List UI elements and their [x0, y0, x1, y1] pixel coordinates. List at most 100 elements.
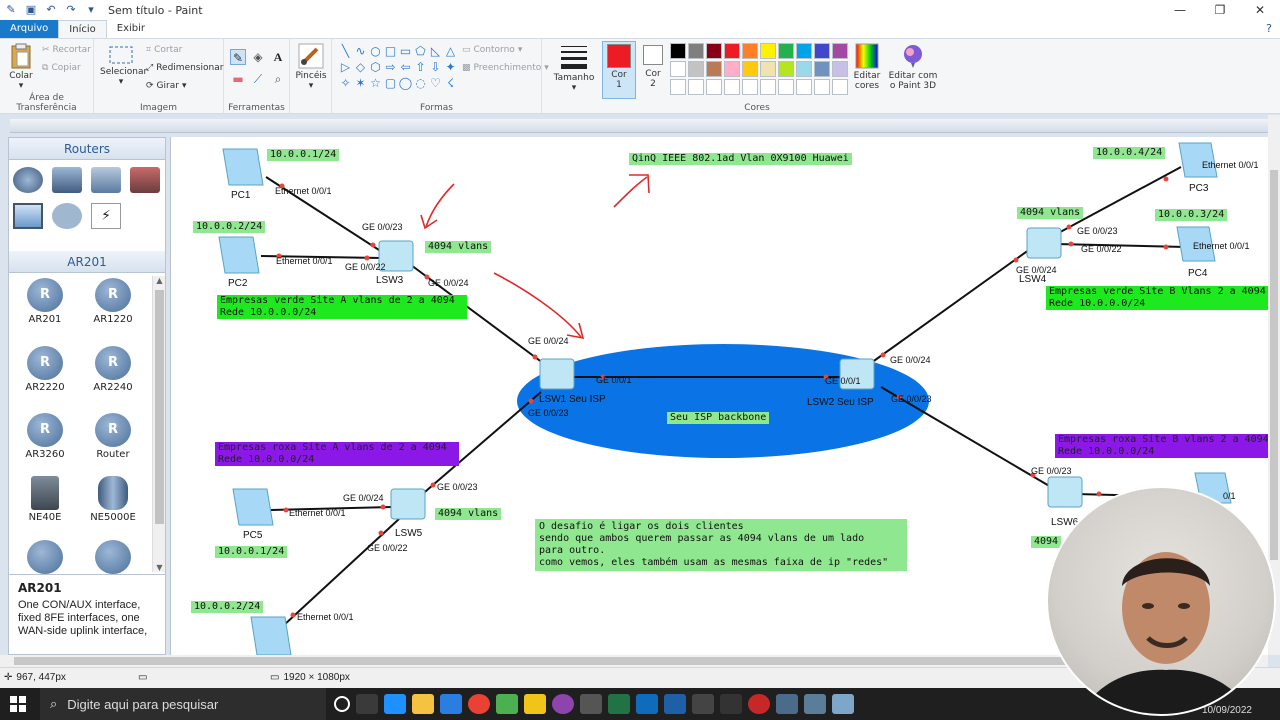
color-swatch[interactable] [724, 43, 740, 59]
device-ar3260[interactable]: R AR3260 [13, 413, 77, 460]
mail-icon[interactable] [440, 694, 462, 714]
eraser-icon[interactable]: ▬ [230, 71, 246, 87]
device-router[interactable]: R Router [81, 413, 145, 460]
device-ar2220[interactable]: R AR2220 [13, 346, 77, 393]
color-swatch[interactable] [742, 79, 758, 95]
color-swatch[interactable] [814, 61, 830, 77]
color-swatch[interactable] [688, 43, 704, 59]
color-swatch[interactable] [796, 43, 812, 59]
color-swatch[interactable] [724, 61, 740, 77]
maximize-button[interactable]: ❐ [1200, 0, 1240, 20]
color-swatch[interactable] [670, 79, 686, 95]
crop-button[interactable]: ⌗ Cortar [146, 45, 182, 55]
device-partial-1[interactable] [13, 540, 77, 576]
redo-icon[interactable]: ↷ [64, 3, 78, 17]
color-swatch[interactable] [760, 79, 776, 95]
task-view-icon[interactable] [356, 694, 378, 714]
app-icon[interactable] [496, 694, 518, 714]
app-icon[interactable] [664, 694, 686, 714]
color-swatch[interactable] [796, 61, 812, 77]
taskbar-search[interactable]: ⌕ Digite aqui para pesquisar [40, 688, 326, 720]
cloud-icon[interactable] [52, 203, 82, 229]
edit-colors-button[interactable]: Editar cores [850, 43, 884, 91]
device-partial-2[interactable] [81, 540, 145, 576]
color2-button[interactable]: Cor 2 [638, 41, 668, 89]
scroll-down-icon[interactable]: ▼ [153, 563, 165, 572]
app-icon[interactable] [720, 694, 742, 714]
cortana-icon[interactable] [334, 696, 350, 712]
color-swatch[interactable] [778, 79, 794, 95]
customize-toolbar-icon[interactable]: ▾ [84, 3, 98, 17]
app-icon[interactable] [580, 694, 602, 714]
minimize-button[interactable]: — [1160, 0, 1200, 20]
color-swatch[interactable] [688, 79, 704, 95]
device-list-scrollbar[interactable]: ▲ ▼ [152, 276, 165, 572]
color-swatch[interactable] [778, 61, 794, 77]
app-icon[interactable] [552, 694, 574, 714]
edge-icon[interactable] [384, 694, 406, 714]
color-swatch[interactable] [778, 43, 794, 59]
switch-icon[interactable] [52, 167, 82, 193]
color-swatch[interactable] [688, 61, 704, 77]
brushes-button[interactable]: Pincéis ▾ [294, 43, 328, 91]
paint-taskbar-icon[interactable] [832, 694, 854, 714]
fill-bucket-icon[interactable]: ◈ [250, 49, 266, 65]
app-icon[interactable] [692, 694, 714, 714]
routers-header[interactable]: Routers [9, 138, 165, 160]
color-swatch[interactable] [814, 79, 830, 95]
color-swatch[interactable] [724, 79, 740, 95]
shapes-gallery[interactable]: ╲ ∿ ○ □ ▭ ⬠ ◺ △ ▷ ◇ ⬡ ⇨ ⇦ ⇧ ⇩ ✦ ✧ ✶ ☆ ▢ ◯ ◌ ♡ ☇ [338, 43, 458, 93]
color1-button[interactable]: Cor 1 [602, 41, 636, 99]
close-button[interactable]: ✕ [1240, 0, 1280, 20]
resize-button[interactable]: ⤢ Redimensionar [146, 63, 223, 73]
app-icon[interactable] [524, 694, 546, 714]
device-ne5000e[interactable]: NE5000E [81, 476, 145, 523]
color-swatch[interactable] [670, 61, 686, 77]
device-ar1220[interactable]: R AR1220 [81, 278, 145, 325]
paint3d-button[interactable]: Editar com o Paint 3D [888, 43, 938, 91]
chrome-icon[interactable] [468, 694, 490, 714]
color-swatch[interactable] [760, 43, 776, 59]
color-swatch[interactable] [814, 43, 830, 59]
color-swatch[interactable] [796, 79, 812, 95]
color-swatch[interactable] [832, 43, 848, 59]
color-swatch[interactable] [832, 79, 848, 95]
app-icon[interactable] [804, 694, 826, 714]
color-swatch[interactable] [670, 43, 686, 59]
pc-icon[interactable] [13, 203, 43, 229]
cut-button[interactable]: ✂ Recortar [42, 45, 91, 55]
tab-exibir[interactable]: Exibir [107, 20, 155, 38]
app-icon[interactable] [636, 694, 658, 714]
copy-button[interactable]: ⧉ Copiar [42, 63, 81, 73]
firewall-icon[interactable] [130, 167, 160, 193]
undo-icon[interactable]: ↶ [44, 3, 58, 17]
outline-button[interactable]: ▭ Contorno ▾ [462, 45, 522, 55]
link-icon[interactable]: ⚡ [91, 203, 121, 229]
color-swatch[interactable] [832, 61, 848, 77]
help-icon[interactable]: ? [1266, 22, 1272, 35]
scroll-up-icon[interactable]: ▲ [153, 276, 165, 285]
color-picker-icon[interactable]: ⟋ [250, 71, 266, 87]
color-swatch[interactable] [706, 79, 722, 95]
windows-start-icon[interactable] [10, 696, 26, 712]
device-ar2240[interactable]: R AR2240 [81, 346, 145, 393]
device-ar201[interactable]: R AR201 [13, 278, 77, 325]
excel-icon[interactable] [608, 694, 630, 714]
fill-button[interactable]: ▩ Preenchimento ▾ [462, 63, 549, 73]
text-tool-icon[interactable]: A [270, 49, 286, 65]
magnifier-icon[interactable]: ⌕ [270, 71, 286, 87]
color-swatch[interactable] [706, 61, 722, 77]
rotate-button[interactable]: ⟳ Girar ▾ [146, 81, 186, 91]
ar-header[interactable]: AR201 [9, 251, 165, 273]
color-swatch[interactable] [742, 43, 758, 59]
tab-inicio[interactable]: Início [58, 20, 107, 38]
save-icon[interactable]: ▣ [24, 3, 38, 17]
app-icon[interactable] [776, 694, 798, 714]
router-icon[interactable] [13, 167, 43, 193]
file-explorer-icon[interactable] [412, 694, 434, 714]
color-swatch[interactable] [706, 43, 722, 59]
select-button[interactable]: Selecionar ▾ [100, 45, 147, 87]
tab-arquivo[interactable]: Arquivo [0, 20, 59, 38]
wlan-icon[interactable] [91, 167, 121, 193]
device-ne40e[interactable]: NE40E [13, 476, 77, 523]
